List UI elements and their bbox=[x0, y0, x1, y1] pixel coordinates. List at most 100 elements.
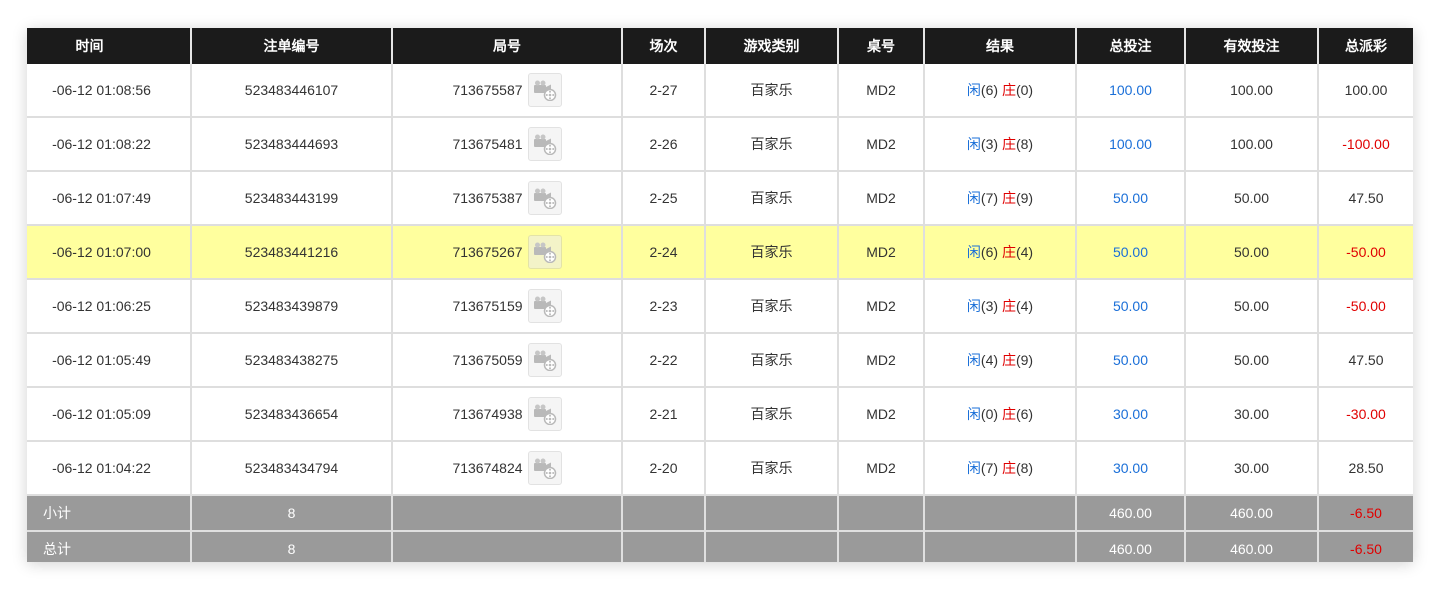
total-bet-cell: 50.00 bbox=[1075, 225, 1185, 280]
time-cell: -06-12 01:06:25 bbox=[27, 279, 191, 334]
banker-label: 庄 bbox=[1001, 298, 1016, 314]
table-no-cell: MD2 bbox=[837, 441, 924, 496]
player-label: 闲 bbox=[966, 244, 981, 260]
round-number: 713675267 bbox=[452, 244, 523, 260]
video-replay-button[interactable] bbox=[527, 235, 562, 269]
table-row[interactable]: -06-12 01:04:22 523483434794 713674824 2-20… bbox=[27, 441, 1413, 496]
result-cell: 闲(7) 庄(9) bbox=[923, 171, 1076, 226]
game-type-cell: 百家乐 bbox=[704, 171, 838, 226]
valid-bet-cell: 50.00 bbox=[1184, 171, 1318, 226]
player-label: 闲 bbox=[966, 406, 981, 422]
game-type-cell: 百家乐 bbox=[704, 279, 838, 334]
table-no-cell: MD2 bbox=[837, 387, 924, 442]
table-row[interactable]: -06-12 01:07:00 523483441216 713675267 2-24… bbox=[27, 225, 1413, 280]
bet-time: -06-12 01:06:25 bbox=[52, 298, 151, 314]
table-row[interactable]: -06-12 01:08:56 523483446107 713675587 2-27… bbox=[27, 64, 1413, 118]
column-header-shoe[interactable]: 场次 bbox=[621, 28, 705, 64]
video-camera-film-icon bbox=[529, 79, 561, 101]
banker-label: 庄 bbox=[1001, 406, 1016, 422]
valid-bet-cell: 100.00 bbox=[1184, 117, 1318, 172]
time-cell: -06-12 01:07:49 bbox=[27, 171, 191, 226]
table-row[interactable]: -06-12 01:05:09 523483436654 713674938 2-21… bbox=[27, 387, 1413, 442]
total-bet-cell: 30.00 bbox=[1075, 387, 1185, 442]
video-replay-button[interactable] bbox=[527, 343, 562, 377]
table-no-cell: MD2 bbox=[837, 279, 924, 334]
table-no-cell: MD2 bbox=[837, 64, 924, 118]
player-score: (7) bbox=[980, 460, 999, 476]
valid-bet-cell: 30.00 bbox=[1184, 441, 1318, 496]
bet-id-cell: 523483443199 bbox=[190, 171, 392, 226]
bet-id-cell: 523483438275 bbox=[190, 333, 392, 388]
valid-bet-cell: 50.00 bbox=[1184, 279, 1318, 334]
time-cell: -06-12 01:08:22 bbox=[27, 117, 191, 172]
banker-score: (4) bbox=[1015, 298, 1034, 314]
total-bet-cell: 50.00 bbox=[1075, 171, 1185, 226]
empty-cell bbox=[704, 531, 838, 562]
bet-time: -06-12 01:05:09 bbox=[52, 406, 151, 422]
video-replay-button[interactable] bbox=[527, 289, 562, 323]
column-header-bet-id[interactable]: 注单编号 bbox=[190, 28, 392, 64]
video-replay-button[interactable] bbox=[527, 397, 562, 431]
round-cell: 713675587 bbox=[391, 64, 622, 118]
column-header-total-bet[interactable]: 总投注 bbox=[1075, 28, 1185, 64]
video-replay-button[interactable] bbox=[527, 181, 562, 215]
table-row[interactable]: -06-12 01:07:49 523483443199 713675387 2-25… bbox=[27, 171, 1413, 226]
table-no-cell: MD2 bbox=[837, 117, 924, 172]
player-score: (3) bbox=[980, 298, 999, 314]
table-no-cell: MD2 bbox=[837, 333, 924, 388]
payout-cell: 47.50 bbox=[1317, 333, 1413, 388]
video-replay-button[interactable] bbox=[527, 73, 562, 107]
table-row[interactable]: -06-12 01:06:25 523483439879 713675159 2-23… bbox=[27, 279, 1413, 334]
round-number: 713674824 bbox=[452, 460, 523, 476]
round-number: 713675159 bbox=[452, 298, 523, 314]
player-score: (7) bbox=[980, 190, 999, 206]
column-header-table-no[interactable]: 桌号 bbox=[837, 28, 924, 64]
game-type-cell: 百家乐 bbox=[704, 387, 838, 442]
table-row[interactable]: -06-12 01:05:49 523483438275 713675059 2-22… bbox=[27, 333, 1413, 388]
banker-score: (4) bbox=[1015, 244, 1034, 260]
payout-cell: -50.00 bbox=[1317, 225, 1413, 280]
player-score: (0) bbox=[980, 406, 999, 422]
shoe-cell: 2-24 bbox=[621, 225, 705, 280]
column-header-valid-bet[interactable]: 有效投注 bbox=[1184, 28, 1318, 64]
player-label: 闲 bbox=[966, 352, 981, 368]
grand-total-valid-bet: 460.00 bbox=[1184, 531, 1318, 562]
column-header-round[interactable]: 局号 bbox=[391, 28, 622, 64]
column-header-game-type[interactable]: 游戏类别 bbox=[704, 28, 838, 64]
result-cell: 闲(6) 庄(0) bbox=[923, 64, 1076, 118]
round-cell: 713674938 bbox=[391, 387, 622, 442]
video-camera-film-icon bbox=[529, 295, 561, 317]
grand-total-total-bet: 460.00 bbox=[1075, 531, 1185, 562]
payout-cell: -50.00 bbox=[1317, 279, 1413, 334]
video-replay-button[interactable] bbox=[527, 127, 562, 161]
video-camera-film-icon bbox=[529, 403, 561, 425]
game-type-cell: 百家乐 bbox=[704, 333, 838, 388]
shoe-cell: 2-23 bbox=[621, 279, 705, 334]
subtotal-count: 8 bbox=[190, 495, 392, 532]
player-score: (6) bbox=[980, 82, 999, 98]
empty-cell bbox=[391, 495, 622, 532]
table-row[interactable]: -06-12 01:08:22 523483444693 713675481 2-26… bbox=[27, 117, 1413, 172]
empty-cell bbox=[837, 495, 924, 532]
round-number: 713675587 bbox=[452, 82, 523, 98]
payout-cell: 47.50 bbox=[1317, 171, 1413, 226]
payout-cell: 28.50 bbox=[1317, 441, 1413, 496]
game-type-cell: 百家乐 bbox=[704, 441, 838, 496]
bet-id-cell: 523483444693 bbox=[190, 117, 392, 172]
column-header-time[interactable]: 时间 bbox=[27, 28, 191, 64]
shoe-cell: 2-26 bbox=[621, 117, 705, 172]
column-header-payout[interactable]: 总派彩 bbox=[1317, 28, 1413, 64]
result-cell: 闲(0) 庄(6) bbox=[923, 387, 1076, 442]
bet-id-cell: 523483439879 bbox=[190, 279, 392, 334]
video-replay-button[interactable] bbox=[527, 451, 562, 485]
payout-cell: -30.00 bbox=[1317, 387, 1413, 442]
empty-cell bbox=[704, 495, 838, 532]
empty-cell bbox=[621, 495, 705, 532]
game-type-cell: 百家乐 bbox=[704, 225, 838, 280]
video-camera-film-icon bbox=[529, 133, 561, 155]
round-cell: 713674824 bbox=[391, 441, 622, 496]
column-header-result[interactable]: 结果 bbox=[923, 28, 1076, 64]
time-cell: -06-12 01:05:09 bbox=[27, 387, 191, 442]
bet-id-cell: 523483434794 bbox=[190, 441, 392, 496]
banker-label: 庄 bbox=[1001, 352, 1016, 368]
